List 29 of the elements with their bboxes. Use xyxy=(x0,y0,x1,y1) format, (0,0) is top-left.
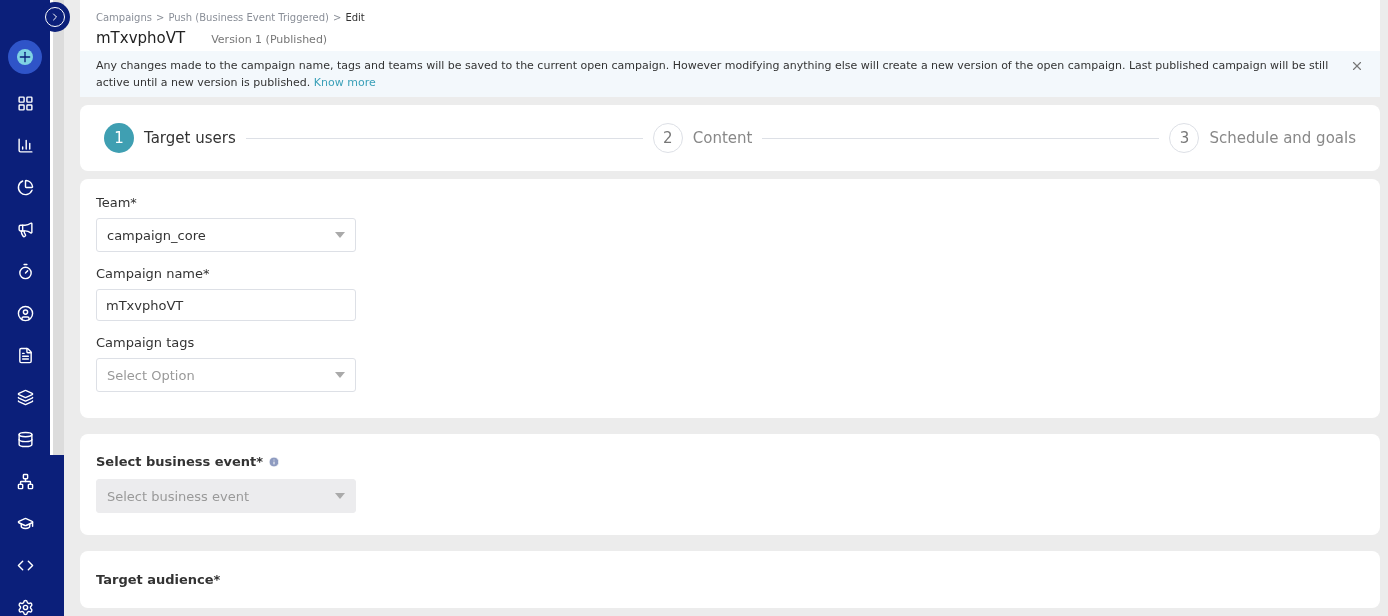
breadcrumb-link[interactable]: Push (Business Event Triggered) xyxy=(168,12,329,23)
breadcrumb-separator: > xyxy=(156,12,165,23)
select-field[interactable]: Select Option xyxy=(96,358,356,392)
section-label: Target audience* xyxy=(96,572,221,587)
step-number[interactable]: 3 xyxy=(1169,123,1200,153)
version-label: Version 1 (Published) xyxy=(211,33,328,46)
plus-icon xyxy=(17,49,33,65)
know-more-link[interactable]: Know more xyxy=(313,76,376,89)
caret-icon xyxy=(335,232,345,238)
field-label: Campaign name* xyxy=(96,266,211,281)
field-label: Campaign tags xyxy=(96,335,196,350)
step-label[interactable]: Content xyxy=(692,129,753,147)
create-button[interactable] xyxy=(8,40,42,74)
close-button[interactable] xyxy=(1350,59,1364,73)
input-field[interactable]: mTxvphoVT xyxy=(96,289,356,321)
notice-text: Any changes made to the campaign name, tags and teams will be saved to the current open campaign. However modifying anything else will create a new version of the open campaign. Last published campaign will be still active until a new version is published. Know more xyxy=(96,58,1330,91)
select-field[interactable]: campaign_core xyxy=(96,218,356,252)
field-label: Team* xyxy=(96,195,138,210)
info-icon[interactable] xyxy=(268,455,281,468)
campaign-title: mTxvphoVT xyxy=(96,29,186,47)
step-label[interactable]: Target users xyxy=(144,129,236,147)
caret-icon xyxy=(335,493,345,499)
field-label: Select business event* xyxy=(96,454,264,469)
step-label[interactable]: Schedule and goals xyxy=(1209,129,1356,147)
step-number[interactable]: 1 xyxy=(104,123,134,153)
step-number[interactable]: 2 xyxy=(652,123,683,153)
breadcrumb-link[interactable]: Campaigns xyxy=(96,12,152,23)
caret-icon xyxy=(335,372,345,378)
breadcrumb-separator: > xyxy=(333,12,342,23)
